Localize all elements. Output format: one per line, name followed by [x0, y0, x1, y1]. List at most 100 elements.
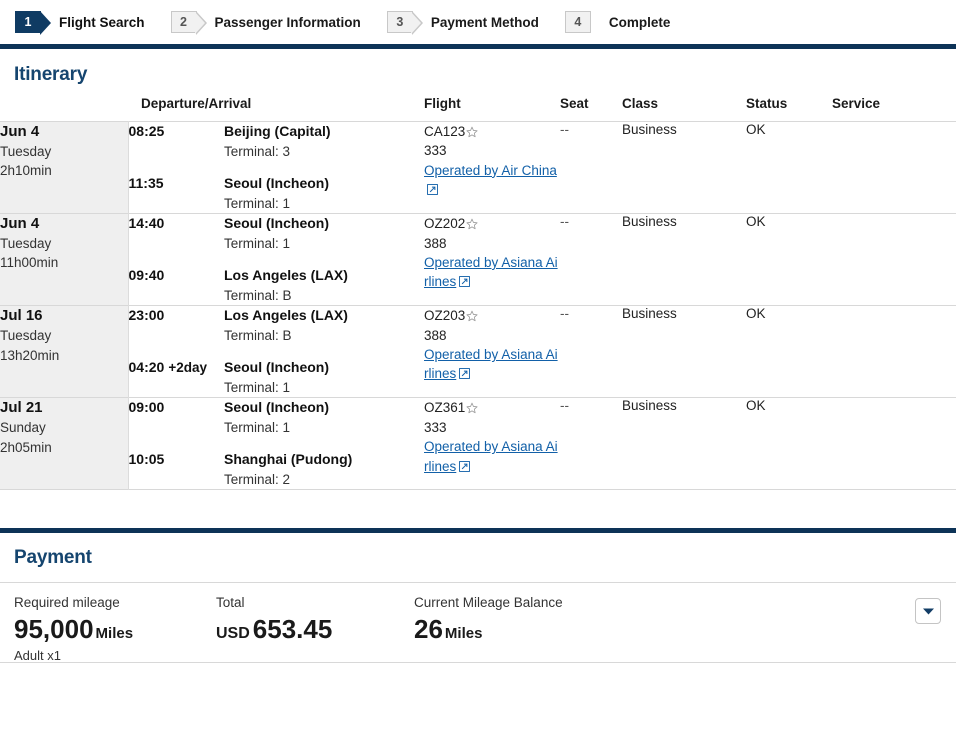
- flight-duration: 2h05min: [0, 439, 52, 455]
- step-item-1[interactable]: 1 Flight Search: [15, 11, 145, 35]
- step-badge-3: 3: [386, 11, 423, 35]
- arrival-time-block: 09:40: [129, 266, 225, 305]
- times-cell: 09:00 10:05: [128, 398, 224, 490]
- operated-by-link[interactable]: Operated by Asiana Airlines: [424, 347, 558, 381]
- departure-time: 14:40: [128, 215, 165, 232]
- step-badge-1: 1: [15, 11, 51, 35]
- required-mileage-value: 95,000 Miles: [14, 615, 206, 644]
- col-header-date: [0, 96, 128, 122]
- departure-place-block: Seoul (Incheon) Terminal: 1: [224, 398, 424, 437]
- itinerary-title: Itinerary: [14, 64, 88, 85]
- arrival-time: 09:40: [128, 267, 165, 284]
- flight-number: CA123: [424, 122, 560, 141]
- mileage-balance-block: Current Mileage Balance 26 Miles: [414, 595, 724, 644]
- arrival-city: Shanghai (Pudong): [224, 451, 353, 468]
- flight-number: OZ203: [424, 306, 560, 325]
- class-cell: Business: [622, 214, 677, 230]
- flight-weekday: Tuesday: [0, 144, 52, 160]
- payment-title: Payment: [0, 533, 956, 584]
- step-item-4[interactable]: 4 Complete: [564, 11, 671, 33]
- arrival-city: Seoul (Incheon): [224, 175, 329, 192]
- operated-by-link[interactable]: Operated by Asiana Airlines: [424, 439, 558, 473]
- itinerary-body: Jun 4 Tuesday 2h10min 08:25 11:35 Beijing (…: [0, 121, 956, 490]
- required-mileage-block: Required mileage 95,000 Miles Adult x1: [14, 595, 216, 663]
- mileage-balance-label: Current Mileage Balance: [414, 595, 563, 611]
- seat-cell: --: [560, 306, 570, 322]
- times-cell: 23:00 04:20 +2day: [128, 306, 224, 398]
- arrival-time-block: 11:35: [129, 174, 225, 213]
- status-cell: OK: [746, 122, 766, 137]
- mileage-balance-value: 26 Miles: [414, 615, 714, 644]
- aircraft-type: 388: [424, 327, 447, 343]
- departure-terminal: Terminal: 1: [224, 420, 291, 436]
- chevron-down-icon: [922, 608, 934, 615]
- departure-time-block: 14:40: [129, 214, 225, 253]
- operated-by-link[interactable]: Operated by Air China: [424, 163, 557, 178]
- departure-terminal: Terminal: 1: [224, 235, 291, 251]
- flight-date: Jul 16: [0, 307, 43, 325]
- col-header-departure-arrival: Departure/Arrival: [141, 96, 252, 111]
- arrival-place-block: Shanghai (Pudong) Terminal: 2: [224, 450, 424, 489]
- places-cell: Seoul (Incheon) Terminal: 1 Shanghai (Pudo…: [224, 398, 424, 490]
- status-cell: OK: [746, 398, 766, 414]
- class-cell: Business: [622, 122, 677, 137]
- departure-place-block: Beijing (Capital) Terminal: 3: [224, 122, 424, 161]
- step-badge-2: 2: [170, 11, 207, 35]
- departure-terminal: Terminal: 3: [224, 143, 291, 159]
- departure-city: Los Angeles (LAX): [224, 307, 348, 324]
- status-cell: OK: [746, 214, 766, 230]
- date-cell: Jul 21 Sunday 2h05min: [0, 397, 129, 490]
- service-cell: [832, 398, 956, 490]
- flight-number: OZ202: [424, 214, 560, 233]
- progress-steps: 1 Flight Search 2 Passenger Information …: [0, 0, 956, 44]
- arrival-terminal: Terminal: B: [224, 287, 292, 303]
- service-cell: [832, 214, 956, 306]
- external-link-icon: [459, 368, 471, 380]
- step-item-2[interactable]: 2 Passenger Information: [170, 11, 361, 35]
- times-cell: 14:40 09:40: [128, 214, 224, 306]
- payment-bottom-divider: [0, 662, 956, 664]
- departure-place-block: Seoul (Incheon) Terminal: 1: [224, 214, 424, 253]
- departure-time-block: 23:00: [129, 306, 225, 345]
- step-label-4: Complete: [608, 14, 671, 30]
- step-label-2: Passenger Information: [214, 14, 361, 30]
- total-currency: USD: [216, 625, 250, 643]
- external-link-icon: [459, 276, 471, 288]
- flight-date: Jul 21: [0, 399, 43, 417]
- required-mileage-unit: Miles: [95, 625, 134, 643]
- class-cell: Business: [622, 306, 677, 322]
- arrival-time-block: 10:05: [129, 450, 225, 489]
- aircraft-type: 388: [424, 235, 447, 251]
- aircraft-type: 333: [424, 419, 447, 435]
- places-cell: Seoul (Incheon) Terminal: 1 Los Angeles (L…: [224, 214, 424, 306]
- total-block: Total USD 653.45: [216, 595, 414, 644]
- step-item-3[interactable]: 3 Payment Method: [386, 11, 539, 35]
- aircraft-type: 333: [424, 143, 447, 159]
- step-badge-4: 4: [564, 11, 591, 33]
- arrival-city: Los Angeles (LAX): [224, 267, 348, 284]
- times-cell: 08:25 11:35: [128, 122, 224, 214]
- operated-by-link[interactable]: Operated by Asiana Airlines: [424, 255, 558, 289]
- service-cell: [832, 306, 956, 398]
- flight-cell: OZ203 388 Operated by Asiana Airlines: [424, 306, 560, 398]
- step-label-3: Payment Method: [430, 14, 539, 30]
- departure-time: 09:00: [128, 399, 165, 416]
- flight-weekday: Tuesday: [0, 236, 52, 252]
- service-cell: [832, 122, 956, 214]
- itinerary-table: Departure/Arrival Flight Seat Class Stat…: [0, 96, 956, 490]
- arrival-time-block: 04:20 +2day: [129, 358, 225, 397]
- star-alliance-icon: [466, 402, 478, 414]
- payment-expand-button[interactable]: [915, 598, 941, 625]
- class-cell: Business: [622, 398, 677, 414]
- places-cell: Los Angeles (LAX) Terminal: B Seoul (Inche…: [224, 306, 424, 398]
- passenger-count: Adult x1: [14, 648, 61, 664]
- table-row: Jun 4 Tuesday 11h00min 14:40 09:40 Seoul (I…: [0, 213, 956, 306]
- col-header-seat: Seat: [560, 96, 589, 111]
- flight-weekday: Sunday: [0, 420, 46, 436]
- arrival-time: 04:20: [128, 359, 165, 376]
- flight-duration: 11h00min: [0, 255, 59, 271]
- flight-cell: CA123 333 Operated by Air China: [424, 122, 560, 214]
- flight-date: Jun 4: [0, 215, 40, 233]
- col-header-service: Service: [832, 96, 881, 111]
- seat-cell: --: [560, 214, 570, 230]
